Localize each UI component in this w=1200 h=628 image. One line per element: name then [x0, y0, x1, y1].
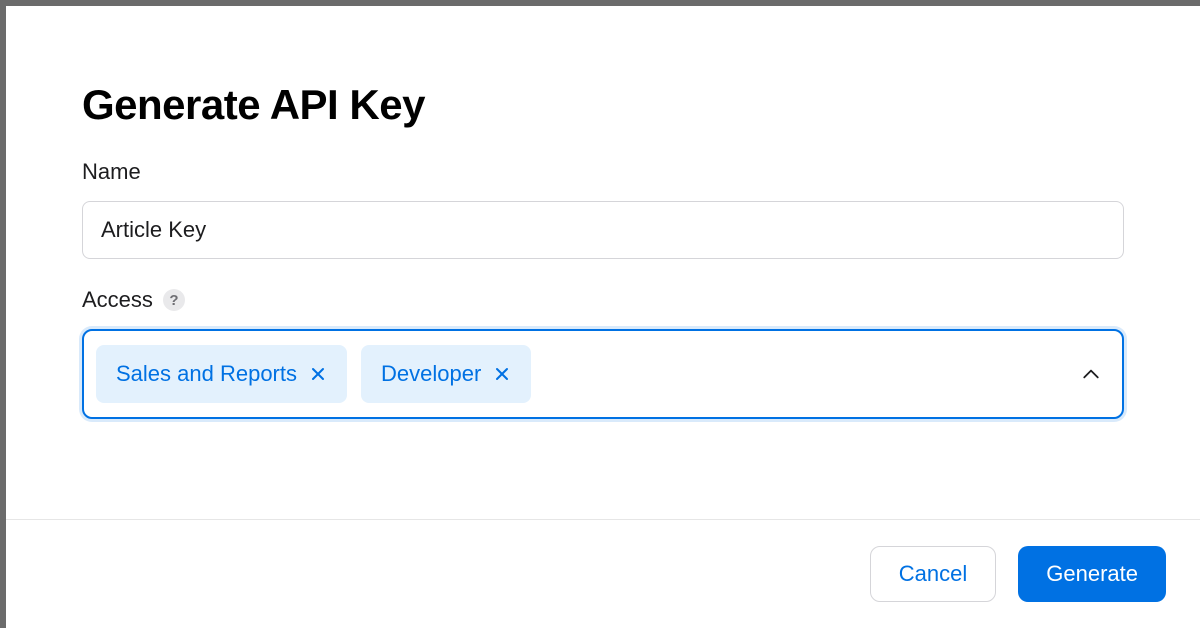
generate-button[interactable]: Generate — [1018, 546, 1166, 602]
access-tag-sales-and-reports: Sales and Reports — [96, 345, 347, 403]
access-multiselect[interactable]: Sales and Reports Developer — [82, 329, 1124, 419]
tag-label: Sales and Reports — [116, 361, 297, 387]
chevron-up-icon[interactable] — [1082, 365, 1100, 383]
modal-body: Generate API Key Name Access ? Sales and… — [6, 6, 1200, 519]
tag-label: Developer — [381, 361, 481, 387]
name-label: Name — [82, 159, 1124, 185]
remove-tag-icon[interactable] — [493, 365, 511, 383]
remove-tag-icon[interactable] — [309, 365, 327, 383]
name-input[interactable] — [82, 201, 1124, 259]
cancel-button[interactable]: Cancel — [870, 546, 996, 602]
generate-api-key-modal: Generate API Key Name Access ? Sales and… — [6, 6, 1200, 628]
modal-title: Generate API Key — [82, 81, 1124, 129]
name-label-text: Name — [82, 159, 141, 185]
access-tag-developer: Developer — [361, 345, 531, 403]
modal-footer: Cancel Generate — [6, 519, 1200, 628]
access-label-text: Access — [82, 287, 153, 313]
help-icon[interactable]: ? — [163, 289, 185, 311]
access-label: Access ? — [82, 287, 1124, 313]
